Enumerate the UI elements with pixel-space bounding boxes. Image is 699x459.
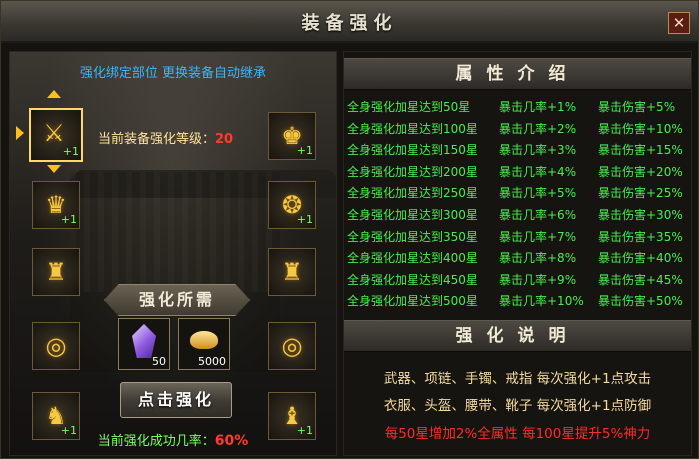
material-purple-gem[interactable]: 50 [118,318,170,370]
title-bar: 装备强化 ✕ [1,1,698,43]
crit-dmg-text: 暴击伤害+40% [598,251,683,266]
crit-dmg-text: 暴击伤害+30% [598,207,683,222]
crit-rate-text: 暴击几率+1% [499,100,577,114]
current-level: 当前装备强化等级：20 [98,128,233,147]
stars-text: 全身强化加星达到400星 [347,251,478,266]
crit-dmg-text: 暴击伤害+15% [598,143,683,158]
material-gold-ingot[interactable]: 5000 [178,318,230,370]
crit-dmg-text: 暴击伤害+20% [598,164,683,179]
slot-level: +1 [296,144,313,157]
stars-text: 全身强化加星达到150星 [347,143,478,158]
crit-rate-text: 暴击几率+5% [499,186,577,201]
attribute-row: 全身强化加星达到50星 暴击几率+1% 暴击伤害+5% [347,96,691,118]
slot-ring[interactable]: ◎ [32,322,80,370]
slot-necklace[interactable]: ❂ +1 [268,181,316,229]
explain-title: 强化说明 [344,320,691,352]
stars-text: 全身强化加星达到450星 [347,272,478,287]
attribute-row: 全身强化加星达到400星 暴击几率+8% 暴击伤害+40% [347,247,691,269]
bracelet-icon: ♜ [45,258,67,286]
attributes-title: 属性介绍 [344,58,691,90]
attribute-row: 全身强化加星达到200星 暴击几率+4% 暴击伤害+20% [347,161,691,183]
crit-rate-text: 暴击几率+7% [499,229,577,244]
success-rate-value: 60% [214,433,249,449]
crit-rate-text: 暴击几率+10% [499,294,584,309]
explain-line-attack: 武器、项链、手镯、戒指 每次强化+1点攻击 [383,371,652,387]
requirement-title: 强化所需 [104,284,250,316]
slot-level: +1 [296,213,313,226]
crit-dmg-text: 暴击伤害+25% [598,186,683,201]
crit-dmg-text: 暴击伤害+35% [598,229,683,244]
attribute-list: 全身强化加星达到50星 暴击几率+1% 暴击伤害+5% 全身强化加星达到100星 暴击… [347,96,691,312]
explain-line-bonus: 每50星增加2%全属性 每100星提升5%神力 [384,426,651,442]
success-rate: 当前强化成功几率：60% [10,430,336,449]
crit-dmg-text: 暴击伤害+10% [598,121,683,136]
attribute-row: 全身强化加星达到500星 暴击几率+10% 暴击伤害+50% [347,290,691,312]
slot-level: +1 [62,145,79,158]
ring-icon: ◎ [45,332,67,360]
gem-icon [132,324,156,358]
stars-text: 全身强化加星达到250星 [347,186,478,201]
crit-rate-text: 暴击几率+4% [499,164,577,179]
slot-armor[interactable]: ♚ +1 [268,112,316,160]
attribute-row: 全身强化加星达到100星 暴击几率+2% 暴击伤害+10% [347,118,691,140]
stars-text: 全身强化加星达到300星 [347,207,478,222]
explain-line-defense: 衣服、头盔、腰带、靴子 每次强化+1点防御 [383,398,652,414]
slot-bracelet-right[interactable]: ♜ [268,248,316,296]
ring-icon: ◎ [281,332,303,360]
slot-helmet[interactable]: ♛ +1 [32,181,80,229]
material-qty: 5000 [198,355,226,368]
palace-background [70,172,280,372]
stars-text: 全身强化加星达到50星 [347,100,471,114]
material-qty: 50 [152,355,166,368]
strengthen-button[interactable]: 点击强化 [120,382,232,418]
crit-rate-text: 暴击几率+6% [499,207,577,222]
weapon-icon: ⚔ [43,119,65,147]
crit-dmg-text: 暴击伤害+45% [598,272,683,287]
attribute-row: 全身强化加星达到350星 暴击几率+7% 暴击伤害+35% [347,226,691,248]
inherit-note: 强化绑定部位 更换装备自动继承 [79,66,267,81]
close-icon[interactable]: ✕ [668,12,690,34]
attribute-row: 全身强化加星达到250星 暴击几率+5% 暴击伤害+25% [347,182,691,204]
equipment-panel: 强化绑定部位 更换装备自动继承 ⚔ +1 ♛ +1 ♜ ◎ ♞ +1 ♚ +1 … [9,51,337,456]
attribute-row: 全身强化加星达到150星 暴击几率+3% 暴击伤害+15% [347,139,691,161]
stars-text: 全身强化加星达到350星 [347,229,478,244]
window-title: 装备强化 [301,13,398,34]
current-level-label: 当前装备强化等级： [98,132,216,147]
success-rate-label: 当前强化成功几率： [97,434,215,449]
attribute-row: 全身强化加星达到450星 暴击几率+9% 暴击伤害+45% [347,269,691,291]
bracelet-icon: ♜ [281,258,303,286]
slot-ring-right[interactable]: ◎ [268,322,316,370]
arrow-down-icon [47,165,61,173]
slot-weapon[interactable]: ⚔ +1 [29,108,83,162]
stars-text: 全身强化加星达到200星 [347,164,478,179]
current-level-value: 20 [215,132,234,147]
crit-rate-text: 暴击几率+2% [499,121,577,136]
crit-dmg-text: 暴击伤害+50% [598,294,683,309]
stars-text: 全身强化加星达到100星 [347,121,478,136]
attribute-row: 全身强化加星达到300星 暴击几率+6% 暴击伤害+30% [347,204,691,226]
slot-level: +1 [60,213,77,226]
crit-rate-text: 暴击几率+8% [499,251,577,266]
arrow-up-icon [47,90,61,98]
crit-rate-text: 暴击几率+9% [499,272,577,287]
crit-rate-text: 暴击几率+3% [499,143,577,158]
stars-text: 全身强化加星达到500星 [347,294,478,309]
slot-bracelet[interactable]: ♜ [32,248,80,296]
info-panel: 属性介绍 全身强化加星达到50星 暴击几率+1% 暴击伤害+5% 全身强化加星达到1… [343,51,692,456]
arrow-right-icon [16,126,24,140]
enhance-window: 装备强化 ✕ 强化绑定部位 更换装备自动继承 ⚔ +1 ♛ +1 ♜ ◎ ♞ +… [0,0,699,459]
crit-dmg-text: 暴击伤害+5% [598,100,676,114]
gold-ingot-icon [190,331,218,349]
